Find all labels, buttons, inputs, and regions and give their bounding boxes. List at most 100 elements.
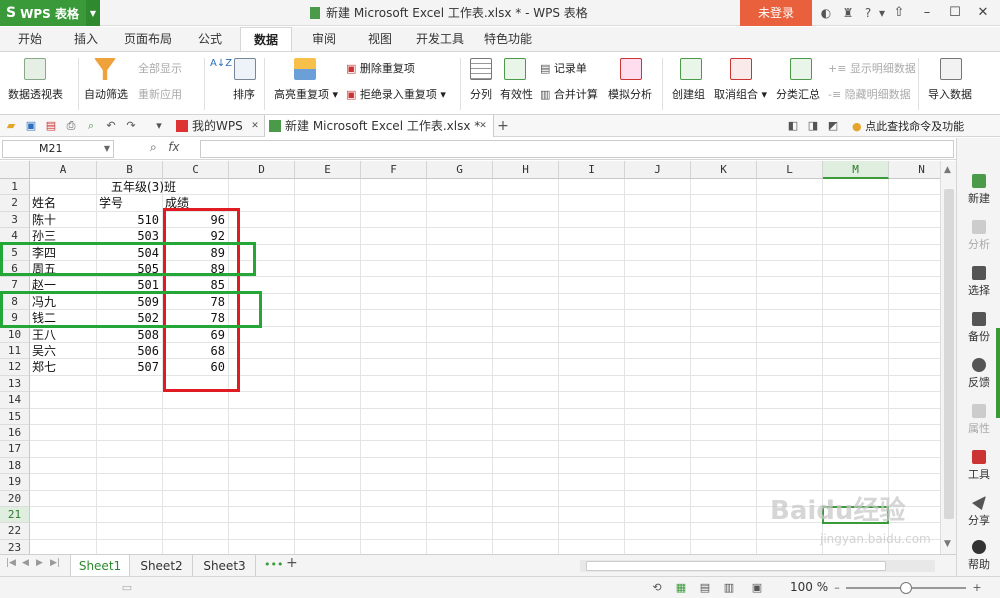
redo-icon[interactable]: ↷ [124, 119, 138, 133]
layout-icon[interactable]: ◧ [786, 119, 800, 133]
cell[interactable]: 506 [99, 343, 159, 359]
column-header[interactable]: N [889, 161, 940, 179]
cell[interactable]: 学号 [99, 195, 159, 211]
close-tab-icon[interactable]: ✕ [476, 119, 490, 133]
zoom-slider[interactable] [846, 582, 966, 594]
close-tab-icon[interactable]: ✕ [248, 119, 262, 133]
ungroup-button[interactable]: 取消组合 ▾ [714, 86, 767, 102]
side-feedback-button[interactable]: 反馈 [957, 358, 1000, 390]
row-header[interactable]: 10 [0, 326, 30, 343]
scrollbar-thumb[interactable] [944, 189, 954, 519]
cell[interactable]: 吴六 [32, 343, 93, 359]
row-header[interactable]: 11 [0, 343, 30, 360]
reject-duplicates-button[interactable]: ▣ 拒绝录入重复项 ▾ [346, 86, 446, 102]
page-layout-view-icon[interactable]: ▥ [722, 581, 736, 595]
share-icon[interactable]: ◩ [826, 119, 840, 133]
side-new-button[interactable]: 新建 [957, 174, 1000, 206]
sheet-tab-1[interactable]: Sheet1 [70, 555, 130, 577]
column-header[interactable]: L [757, 161, 823, 179]
row-header[interactable]: 22 [0, 523, 30, 540]
shirt-icon[interactable]: ♜ [840, 5, 856, 21]
page-break-view-icon[interactable]: ▤ [698, 581, 712, 595]
column-header[interactable]: E [295, 161, 361, 179]
cell[interactable]: 陈十 [32, 212, 93, 228]
remove-duplicates-button[interactable]: ▣ 删除重复项 [346, 60, 415, 76]
sheet-tab-3[interactable]: Sheet3 [194, 555, 256, 577]
zoom-icon[interactable]: ⌕ [150, 140, 157, 154]
row-header[interactable]: 19 [0, 474, 30, 491]
restore-toolbar-icon[interactable]: ⇧ [884, 0, 914, 26]
export-pdf-icon[interactable]: ▤ [44, 119, 58, 133]
column-header[interactable]: A [30, 161, 97, 179]
scrollbar-thumb[interactable] [586, 561, 886, 571]
chevron-down-icon[interactable]: ▾ [152, 119, 166, 133]
tab-special[interactable]: 特色功能 [480, 27, 536, 51]
cell[interactable]: 507 [99, 359, 159, 375]
side-select-button[interactable]: 选择 [957, 266, 1000, 298]
doc-tab-my-wps[interactable]: 我的WPS [172, 115, 258, 137]
subtotal-button[interactable]: 分类汇总 [776, 86, 820, 102]
macro-icon[interactable]: ▭ [120, 581, 134, 595]
tab-formulas[interactable]: 公式 [190, 27, 230, 51]
tab-developer[interactable]: 开发工具 [412, 27, 468, 51]
first-sheet-icon[interactable]: |◀ [6, 558, 16, 568]
add-sheet-icon[interactable]: + [286, 555, 298, 571]
side-tools-button[interactable]: 工具 [957, 450, 1000, 482]
cell[interactable]: 五年级(3)班 [111, 179, 176, 195]
scroll-down-icon[interactable]: ▼ [944, 539, 951, 549]
name-box[interactable]: M21 ▼ [2, 140, 114, 158]
close-button[interactable]: ✕ [968, 0, 998, 26]
tab-data[interactable]: 数据 [240, 27, 292, 51]
prev-sheet-icon[interactable]: ◀ [22, 558, 29, 568]
wps-app-menu-button[interactable]: S WPS 表格 ▼ [0, 0, 100, 26]
row-header[interactable]: 14 [0, 392, 30, 409]
side-analyze-button[interactable]: 分析 [957, 220, 1000, 252]
formula-input[interactable] [200, 140, 954, 158]
zoom-level[interactable]: 100 % [790, 580, 828, 594]
column-header[interactable]: H [493, 161, 559, 179]
column-header[interactable]: J [625, 161, 691, 179]
side-share-button[interactable]: 分享 [957, 496, 1000, 528]
column-header[interactable]: G [427, 161, 493, 179]
next-sheet-icon[interactable]: ▶ [36, 558, 43, 568]
row-header[interactable]: 21 [0, 507, 30, 524]
print-icon[interactable]: ⎙ [64, 119, 78, 133]
normal-view-icon[interactable]: ▦ [674, 581, 688, 595]
row-header[interactable]: 18 [0, 457, 30, 475]
show-detail-button[interactable]: +≡ 显示明细数据 [828, 60, 916, 76]
record-form-button[interactable]: ▤ 记录单 [540, 60, 587, 76]
save-icon[interactable]: ▣ [24, 119, 38, 133]
tab-insert[interactable]: 插入 [66, 27, 106, 51]
what-if-analysis-button[interactable]: 模拟分析 [608, 86, 652, 102]
column-header[interactable]: B [97, 161, 163, 179]
side-properties-button[interactable]: 属性 [957, 404, 1000, 436]
zoom-slider-knob[interactable] [900, 582, 912, 594]
column-header[interactable]: K [691, 161, 757, 179]
row-header[interactable]: 17 [0, 441, 30, 458]
panel-collapse-handle[interactable] [996, 328, 1000, 418]
highlight-duplicates-button[interactable]: 高亮重复项 ▾ [274, 86, 338, 102]
zoom-in-icon[interactable]: + [970, 581, 984, 595]
sort-asc-icon[interactable]: A↓Z [210, 58, 232, 69]
row-header[interactable]: 3 [0, 211, 30, 229]
column-header[interactable]: C [163, 161, 229, 179]
row-header[interactable]: 2 [0, 195, 30, 212]
row-header[interactable]: 12 [0, 359, 30, 376]
validation-button[interactable]: 有效性 [500, 86, 533, 102]
row-header[interactable]: 13 [0, 375, 30, 393]
chevron-down-icon[interactable]: ▼ [86, 0, 100, 26]
side-backup-button[interactable]: 备份 [957, 312, 1000, 344]
row-header[interactable]: 1 [0, 179, 30, 196]
cell[interactable]: 508 [99, 327, 159, 343]
hide-detail-button[interactable]: -≡ 隐藏明细数据 [828, 86, 911, 102]
skin-icon[interactable]: ◐ [818, 5, 834, 21]
tab-page-layout[interactable]: 页面布局 [120, 27, 176, 51]
row-header[interactable]: 15 [0, 408, 30, 425]
more-sheets-icon[interactable]: ••• [264, 558, 283, 571]
print-preview-icon[interactable]: ⌕ [84, 119, 98, 133]
reading-mode-icon[interactable]: ▣ [750, 581, 764, 595]
fx-icon[interactable]: fx [168, 140, 179, 154]
row-header[interactable]: 20 [0, 490, 30, 507]
horizontal-scrollbar[interactable] [580, 560, 935, 572]
cell[interactable]: 姓名 [32, 195, 93, 211]
